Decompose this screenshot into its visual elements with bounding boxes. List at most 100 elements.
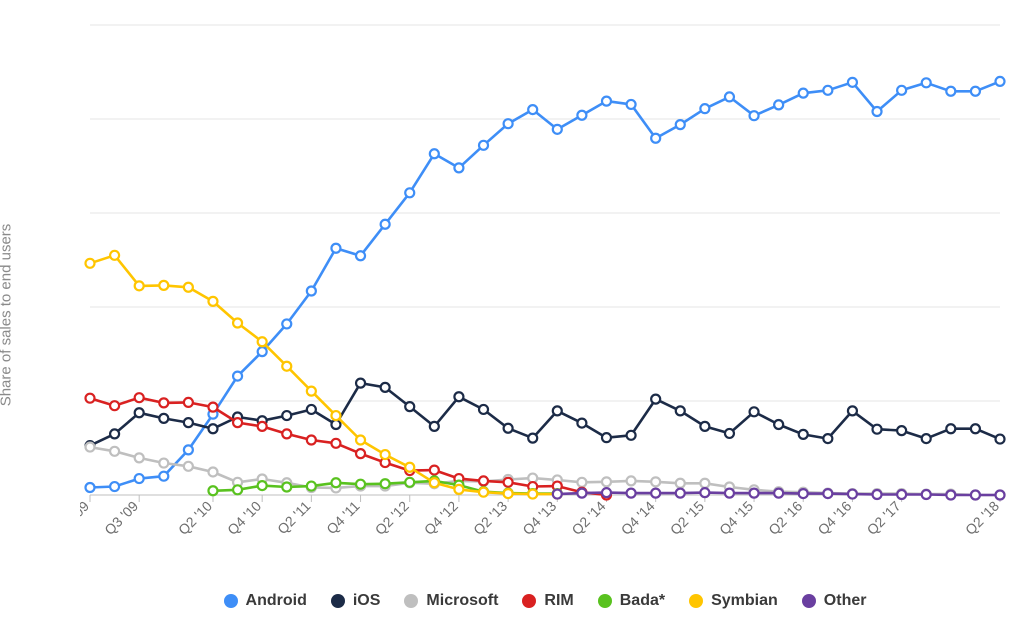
legend-item-rim[interactable]: RIM	[522, 592, 573, 610]
series-point	[873, 425, 882, 434]
series-point	[897, 490, 906, 499]
series-point	[159, 459, 168, 468]
series-point	[331, 420, 340, 429]
series-point	[602, 477, 611, 486]
series-point	[405, 463, 414, 472]
series-point	[405, 402, 414, 411]
series-point	[381, 479, 390, 488]
series-point	[86, 443, 95, 452]
y-axis-label: Share of sales to end users	[0, 224, 15, 407]
x-tick-label: Q2 '16	[765, 498, 805, 538]
legend-item-bada-[interactable]: Bada*	[598, 592, 665, 610]
series-point	[356, 436, 365, 445]
series-point	[233, 485, 242, 494]
series-point	[110, 482, 119, 491]
series-point	[553, 125, 562, 134]
legend-swatch	[331, 594, 345, 608]
series-point	[454, 392, 463, 401]
series-point	[627, 431, 636, 440]
series-point	[627, 100, 636, 109]
x-tick-label: Q1 '09	[80, 498, 92, 538]
legend-item-microsoft[interactable]: Microsoft	[404, 592, 498, 610]
series-point	[307, 436, 316, 445]
x-tick-label: Q4 '10	[224, 498, 264, 538]
series-point	[946, 424, 955, 433]
series-point	[86, 394, 95, 403]
series-point	[799, 430, 808, 439]
series-point	[454, 163, 463, 172]
series-point	[577, 478, 586, 487]
series-point	[848, 490, 857, 499]
series-point	[184, 445, 193, 454]
series-point	[651, 477, 660, 486]
x-tick-label: Q2 '11	[274, 498, 314, 538]
series-point	[282, 429, 291, 438]
series-point	[922, 434, 931, 443]
series-point	[233, 372, 242, 381]
x-tick-label: Q4 '12	[421, 498, 461, 538]
series-point	[996, 491, 1005, 500]
legend-label: Bada*	[620, 592, 665, 610]
series-point	[430, 149, 439, 158]
series-point	[725, 429, 734, 438]
series-point	[135, 453, 144, 462]
series-point	[627, 476, 636, 485]
chart-svg: 0%20%40%60%80%100%Q1 '09Q3 '09Q2 '10Q4 '…	[80, 15, 1010, 575]
series-point	[577, 489, 586, 498]
series-point	[750, 111, 759, 120]
series-point	[430, 478, 439, 487]
legend: Android iOS Microsoft RIM Bada* Symbian Other	[80, 592, 1010, 613]
series-point	[750, 407, 759, 416]
series-point	[307, 405, 316, 414]
series-point	[823, 86, 832, 95]
series-point	[381, 220, 390, 229]
legend-item-ios[interactable]: iOS	[331, 592, 381, 610]
series-point	[700, 488, 709, 497]
series-point	[159, 414, 168, 423]
series-point	[356, 449, 365, 458]
series-point	[725, 92, 734, 101]
series-point	[110, 401, 119, 410]
series-point	[479, 488, 488, 497]
legend-label: Microsoft	[426, 592, 498, 610]
series-point	[307, 482, 316, 491]
series-point	[504, 489, 513, 498]
series-point	[405, 478, 414, 487]
series-point	[676, 479, 685, 488]
series-point	[258, 347, 267, 356]
x-tick-label: Q4 '13	[519, 498, 559, 538]
series-point	[700, 479, 709, 488]
series-point	[258, 481, 267, 490]
legend-label: Symbian	[711, 592, 778, 610]
series-point	[184, 462, 193, 471]
x-tick-label: Q2 '13	[470, 498, 510, 538]
series-point	[135, 281, 144, 290]
series-point	[922, 78, 931, 87]
legend-item-other[interactable]: Other	[802, 592, 867, 610]
series-point	[282, 362, 291, 371]
x-tick-label: Q2 '10	[175, 498, 215, 538]
series-point	[110, 251, 119, 260]
series-point	[971, 491, 980, 500]
legend-swatch	[598, 594, 612, 608]
series-point	[504, 119, 513, 128]
series-point	[504, 424, 513, 433]
legend-item-symbian[interactable]: Symbian	[689, 592, 778, 610]
series-point	[799, 489, 808, 498]
series-point	[208, 467, 217, 476]
series-point	[971, 424, 980, 433]
series-point	[258, 337, 267, 346]
series-point	[725, 489, 734, 498]
series-point	[282, 483, 291, 492]
series-point	[159, 472, 168, 481]
series-point	[996, 435, 1005, 444]
series-point	[159, 281, 168, 290]
series-point	[135, 474, 144, 483]
chart-container: Share of sales to end users 0%20%40%60%8…	[0, 0, 1024, 630]
series-point	[208, 424, 217, 433]
series-point	[233, 318, 242, 327]
series-point	[307, 287, 316, 296]
series-point	[897, 426, 906, 435]
legend-item-android[interactable]: Android	[224, 592, 307, 610]
series-point	[577, 111, 586, 120]
